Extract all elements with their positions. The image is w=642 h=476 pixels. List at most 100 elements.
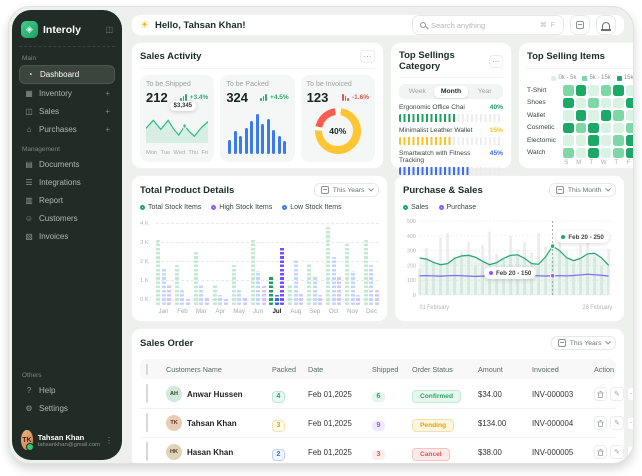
sidebar-item-purchases[interactable]: ⌂Purchases+ [19,121,115,138]
delete-button[interactable] [594,416,607,430]
bar [272,130,275,154]
customer-name: Anwar Hussen [187,390,243,399]
row-checkbox[interactable] [146,384,148,403]
category-bar [399,137,503,145]
table-row: TKTahsan Khan3Feb 01,20259Pending$134.00… [140,409,616,438]
card-title: Purchase & Sales [403,185,483,196]
tab-month[interactable]: Month [434,86,468,98]
row-more-button[interactable]: ⋯ [627,387,634,401]
sidebar-item-invoices[interactable]: ▧Invoices [19,228,115,245]
to-be-packed-stat: To be Packed 324 +4.5% [220,75,294,162]
sidebar-item-help[interactable]: ?Help [19,382,115,399]
calendar-button[interactable] [570,15,590,35]
legend-item-sales: Sales [403,204,429,211]
gauge-value: 40% [322,115,353,146]
heatmap-row: Watch [527,148,634,159]
invoiced-cell: INV-000004 [532,419,594,428]
bar [261,124,264,154]
bar [213,284,217,305]
sidebar-item-documents[interactable]: ▤Documents [19,156,115,173]
month-label: Aug [290,308,301,315]
sidebar-item-report[interactable]: ▥Report [19,192,115,209]
column-header-order-status: Order Status [412,365,478,374]
row-checkbox-cell [146,414,166,432]
sidebar-section-label: Others [22,372,112,379]
bar [245,128,248,154]
month-group-feb: Feb [175,215,190,315]
sidebar-item-sales[interactable]: ◫Sales+ [19,103,115,120]
search-input[interactable]: Search anything ⌘ F [412,15,564,35]
sidebar-collapse-icon[interactable]: ◫ [105,25,113,34]
avatar: TK [166,415,182,431]
expand-plus-icon[interactable]: + [105,125,110,134]
notifications-button[interactable] [596,15,616,35]
table-row: AHAnwar Hussen4Feb 01,20256Confirmed$34.… [140,380,616,409]
delete-button[interactable] [594,445,607,459]
category-percent: 15% [490,127,503,134]
bar [280,246,284,305]
sales-activity-card: Sales Activity ⋯ To be Shipped 212 +3.4%… [131,42,384,169]
heatmap-row: Cosmetic [527,123,634,134]
row-checkbox[interactable] [146,413,148,432]
calendar-icon [556,186,564,194]
user-more-icon[interactable]: ⋮ [105,436,113,445]
tab-week[interactable]: Week [401,86,435,98]
expand-plus-icon[interactable]: + [105,107,110,116]
bar [218,295,222,305]
customers-icon: ☺ [24,214,34,223]
edit-button[interactable]: ✎ [610,445,623,459]
bar [224,299,228,305]
status-badge: Pending [412,419,454,432]
sidebar-user[interactable]: TK Tahsan Khan tahsankhan@gmail.com ⋮ [19,428,115,452]
more-options-icon[interactable]: ⋯ [489,55,503,68]
to-be-invoiced-stat: To be Invoiced 123 -1.6% 40% [301,75,375,162]
more-options-icon[interactable]: ⋯ [360,50,375,63]
heatmap-row: Electornic [527,135,634,146]
shipped-badge: 3 [372,450,385,460]
expand-plus-icon[interactable]: + [105,89,110,98]
bar [375,290,379,305]
report-icon: ▥ [24,196,34,205]
avatar: TK [21,430,33,450]
month-group-sep: Sep [307,215,322,315]
heatmap-row-label: T-Shirt [527,87,561,94]
edit-button[interactable]: ✎ [610,416,623,430]
sidebar-item-settings[interactable]: ⚙Settings [19,400,115,417]
trend-up-icon [260,94,267,101]
row-more-button[interactable]: ⋯ [627,416,634,430]
heatmap-cell [601,148,612,159]
sidebar-item-inventory[interactable]: ▦Inventory+ [19,85,115,102]
stat-label: To be Packed [226,81,288,88]
bar [243,297,247,305]
month-group-jan: Jan [156,215,171,315]
day-label: Fri [202,150,209,156]
delete-button[interactable] [594,387,607,401]
edit-button[interactable]: ✎ [610,387,623,401]
bar [369,265,373,305]
svg-text:100: 100 [407,278,416,284]
row-more-button[interactable]: ⋯ [627,445,634,459]
bar [337,276,341,305]
heatmap-cell [588,135,599,146]
legend-ring-icon [211,205,216,210]
stat-label: To be Shipped [146,81,208,88]
orders-filter-dropdown[interactable]: This Years [551,336,616,350]
app-logo-icon: ◈ [21,21,38,38]
sidebar-item-dashboard[interactable]: ◔Dashboard [19,65,115,84]
pns-filter-dropdown[interactable]: This Month [549,183,616,197]
tab-year[interactable]: Year [468,86,502,98]
sidebar-item-integrations[interactable]: ☰Integrations [19,174,115,191]
tpd-filter-dropdown[interactable]: This Years [314,183,379,197]
sidebar-item-customers[interactable]: ☺Customers [19,210,115,227]
bar [345,244,349,305]
column-header-action: Action [594,365,634,374]
y-axis-label: 0 K [140,297,154,303]
more-options-icon[interactable]: ⋯ [634,50,635,63]
bar [256,114,259,154]
select-all-checkbox[interactable] [146,364,148,375]
row-checkbox[interactable] [146,442,148,461]
month-bars [175,225,190,305]
heatmap-cell [613,135,624,146]
search-shortcut: ⌘ F [540,21,556,29]
heatmap-cell [601,85,612,96]
